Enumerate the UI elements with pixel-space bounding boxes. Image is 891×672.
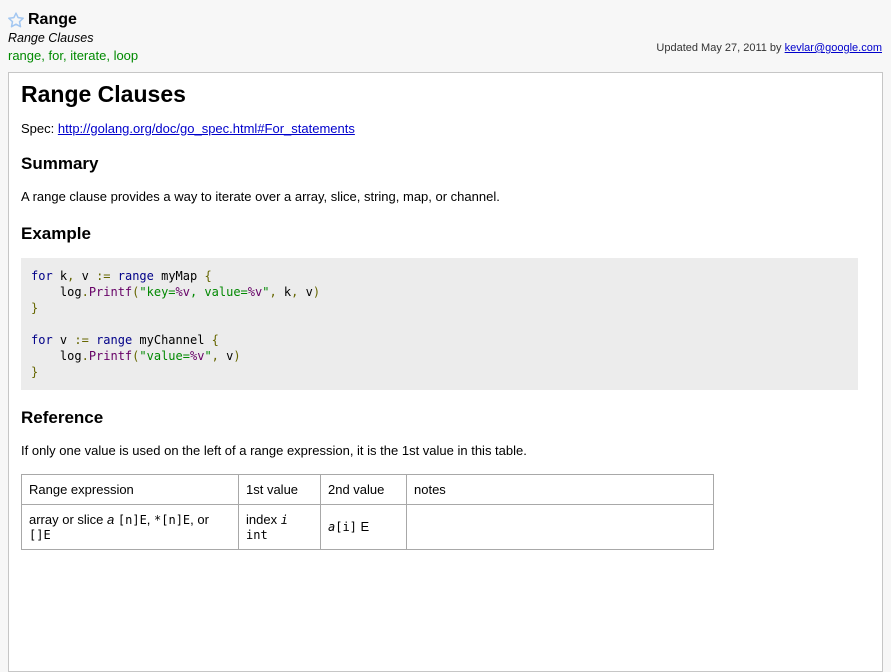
code-line: log.Printf("key=%v, value=%v", k, v): [31, 284, 848, 300]
tag-link-loop[interactable]: loop: [114, 48, 139, 63]
code-block: for k, v := range myMap { log.Printf("ke…: [21, 258, 858, 390]
summary-text: A range clause provides a way to iterate…: [21, 188, 870, 206]
code-line: [31, 316, 848, 332]
summary-heading: Summary: [21, 154, 870, 174]
reference-text: If only one value is used on the left of…: [21, 442, 870, 460]
spec-link[interactable]: http://golang.org/doc/go_spec.html#For_s…: [58, 121, 355, 136]
code-line: }: [31, 300, 848, 316]
tag-link-range[interactable]: range: [8, 48, 41, 63]
table-cell: array or slice a [n]E, *[n]E, or []E: [22, 504, 239, 549]
table-header-cell: notes: [407, 474, 714, 504]
spec-line: Spec: http://golang.org/doc/go_spec.html…: [21, 121, 870, 136]
table-header-cell: 2nd value: [321, 474, 407, 504]
table-cell: a[i] E: [321, 504, 407, 549]
code-line: for k, v := range myMap {: [31, 268, 848, 284]
updated-author-link[interactable]: kevlar@google.com: [785, 42, 882, 54]
tag-link-iterate[interactable]: iterate: [70, 48, 106, 63]
table-cell: index i int: [239, 504, 321, 549]
updated-prefix: Updated May 27, 2011 by: [656, 42, 784, 54]
tag-link-for[interactable]: for: [48, 48, 62, 63]
reference-heading: Reference: [21, 408, 870, 428]
reference-table: Range expression1st value2nd valuenotes …: [21, 474, 714, 550]
content-box: Range Clauses Spec: http://golang.org/do…: [8, 72, 883, 672]
example-heading: Example: [21, 224, 870, 244]
code-line: for v := range myChannel {: [31, 332, 848, 348]
favorite-star-icon[interactable]: [8, 12, 24, 28]
code-line: log.Printf("value=%v", v): [31, 348, 848, 364]
site-header: Range Range Clauses range, for, iterate,…: [0, 0, 891, 72]
table-row: array or slice a [n]E, *[n]E, or []Einde…: [22, 504, 714, 549]
updated-text: Updated May 27, 2011 by kevlar@google.co…: [656, 42, 882, 54]
table-header-cell: Range expression: [22, 474, 239, 504]
table-header-row: Range expression1st value2nd valuenotes: [22, 474, 714, 504]
code-line: }: [31, 364, 848, 380]
doc-title: Range Clauses: [21, 81, 870, 109]
page-title: Range: [28, 11, 77, 29]
spec-label: Spec:: [21, 121, 58, 136]
table-cell: [407, 504, 714, 549]
table-header-cell: 1st value: [239, 474, 321, 504]
